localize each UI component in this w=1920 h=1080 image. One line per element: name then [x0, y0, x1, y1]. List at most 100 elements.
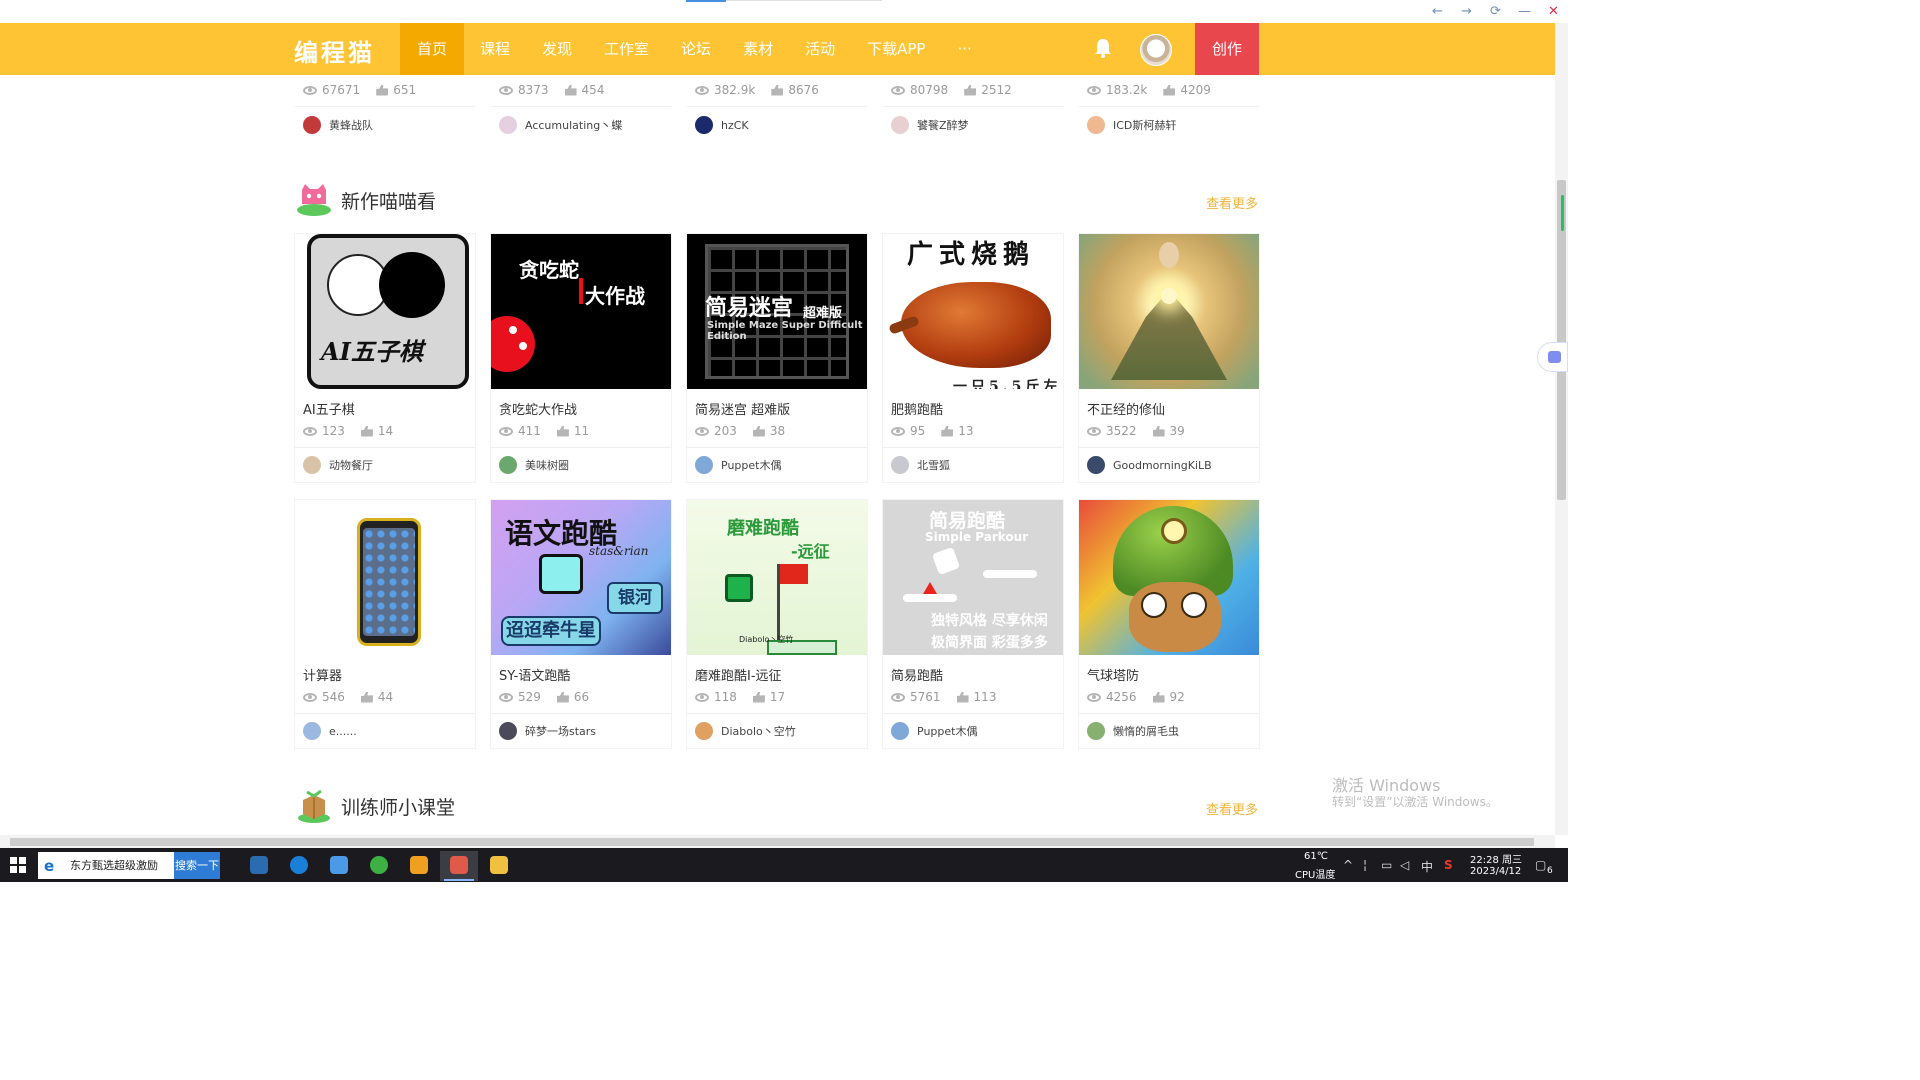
card-author[interactable]: Puppet木偶	[695, 456, 781, 474]
nav-item-courses[interactable]: 课程	[464, 23, 526, 75]
back-icon[interactable]: ←	[1423, 4, 1452, 19]
project-card[interactable]: 广式烧鹅 一只5.5斤左右 肥鹅跑酷 95 13 北雪狐	[883, 234, 1063, 482]
project-cover[interactable]	[1079, 234, 1259, 389]
taskbar-app-bird[interactable]	[320, 851, 358, 881]
nav-item-download-app[interactable]: 下载APP	[851, 23, 941, 75]
project-cover[interactable]	[1079, 500, 1259, 655]
project-cover[interactable]	[295, 500, 475, 655]
nav-item-home[interactable]: 首页	[400, 23, 464, 75]
chevron-up-icon[interactable]: ^	[1343, 858, 1353, 872]
bell-icon[interactable]	[1092, 37, 1114, 59]
project-card[interactable]: 简易跑酷 Simple Parkour 独特风格 尽享休闲 极简界面 彩蛋多多 …	[883, 500, 1063, 748]
site-logo[interactable]: 编程猫	[294, 33, 375, 68]
user-avatar[interactable]	[1140, 34, 1172, 66]
project-cover[interactable]: 简易迷宫 超难版 Simple Maze Super Difficult Edi…	[687, 234, 867, 389]
project-cover[interactable]: 简易跑酷 Simple Parkour 独特风格 尽享休闲 极简界面 彩蛋多多	[883, 500, 1063, 655]
taskbar-app-green[interactable]	[360, 851, 398, 881]
notification-count: 6	[1547, 866, 1553, 876]
close-icon[interactable]: ✕	[1539, 4, 1568, 19]
top-card-3[interactable]: 382.9k 8676 hzCK	[687, 75, 867, 142]
ime-indicator[interactable]: 中	[1421, 858, 1433, 875]
nav-more-icon[interactable]: ···	[941, 23, 987, 75]
project-card[interactable]: 语文跑酷 stas&rian 银河 迢迢牵牛星 SY-语文跑酷 529 66 碎…	[491, 500, 671, 748]
card-author[interactable]: 碎梦一场stars	[499, 722, 596, 740]
thermometer-icon[interactable]: ¦	[1363, 858, 1367, 872]
nav-item-forum[interactable]: 论坛	[665, 23, 727, 75]
avatar	[695, 116, 713, 134]
project-card[interactable]: 不正经的修仙 3522 39 GoodmorningKiLB	[1079, 234, 1259, 482]
like-icon	[360, 425, 373, 437]
card-author[interactable]: hzCK	[695, 116, 749, 134]
volume-icon[interactable]: ◁	[1400, 858, 1409, 872]
card-author[interactable]: 黄蜂战队	[303, 116, 373, 134]
taskbar-search-box[interactable]: 东方甄选超级激励	[38, 852, 174, 879]
card-author[interactable]: Puppet木偶	[891, 722, 977, 740]
project-title[interactable]: 肥鹅跑酷	[891, 399, 943, 418]
project-card[interactable]: 贪吃蛇 大作战 贪吃蛇大作战 411 11 美味树圈	[491, 234, 671, 482]
card-author[interactable]: ICD斯柯赫轩	[1087, 116, 1176, 134]
project-title[interactable]: 磨难跑酷I-远征	[695, 665, 782, 684]
project-title[interactable]: 简易迷宫 超难版	[695, 399, 790, 418]
top-card-5[interactable]: 183.2k 4209 ICD斯柯赫轩	[1079, 75, 1259, 142]
project-cover[interactable]: 语文跑酷 stas&rian 银河 迢迢牵牛星	[491, 500, 671, 655]
create-button[interactable]: 创作	[1195, 23, 1259, 75]
cover-text: 迢迢牵牛星	[501, 616, 601, 646]
project-title[interactable]: 气球塔防	[1087, 665, 1139, 684]
project-card[interactable]: AI五子棋 AI五子棋 123 14 动物餐厅	[295, 234, 475, 482]
top-card-4[interactable]: 80798 2512 饕餮Z醉梦	[883, 75, 1063, 142]
horizontal-scroll-thumb[interactable]	[10, 838, 1534, 846]
tab-indicator[interactable]	[686, 0, 726, 2]
card-author[interactable]: e......	[303, 722, 357, 740]
sogou-icon[interactable]: S	[1444, 858, 1453, 872]
project-title[interactable]: SY-语文跑酷	[499, 665, 570, 684]
windows-start-icon[interactable]	[10, 857, 26, 873]
card-author[interactable]: Accumulating丶蝶	[499, 116, 622, 134]
taskbar-search-button[interactable]: 搜索一下	[174, 852, 220, 879]
project-card[interactable]: 气球塔防 4256 92 懒惰的屑毛虫	[1079, 500, 1259, 748]
clock-date[interactable]: 2023/4/12	[1470, 866, 1521, 877]
project-title[interactable]: 简易跑酷	[891, 665, 943, 684]
project-cover[interactable]: AI五子棋	[295, 234, 475, 389]
card-author[interactable]: 动物餐厅	[303, 456, 373, 474]
project-card[interactable]: 计算器 546 44 e......	[295, 500, 475, 748]
network-icon[interactable]: ▭	[1381, 858, 1392, 872]
nav-item-studio[interactable]: 工作室	[588, 23, 665, 75]
cover-eye	[1181, 592, 1207, 618]
taskbar-app-explorer[interactable]	[480, 851, 518, 881]
project-card[interactable]: 磨难跑酷 -远征 Diabolo丶空竹 磨难跑酷I-远征 118 17 Diab…	[687, 500, 867, 748]
nav-item-assets[interactable]: 素材	[727, 23, 789, 75]
card-author[interactable]: 懒惰的屑毛虫	[1087, 722, 1179, 740]
notification-icon[interactable]: ▢	[1535, 858, 1546, 872]
card-author[interactable]: 饕餮Z醉梦	[891, 116, 969, 134]
nav-item-discover[interactable]: 发现	[526, 23, 588, 75]
floating-chat-button[interactable]	[1537, 342, 1568, 372]
browser-app-icon	[450, 856, 468, 874]
cover-text: 贪吃蛇	[519, 258, 579, 282]
card-author[interactable]: GoodmorningKiLB	[1087, 456, 1212, 474]
project-title[interactable]: 不正经的修仙	[1087, 399, 1165, 418]
forward-icon[interactable]: →	[1452, 4, 1481, 19]
project-cover[interactable]: 广式烧鹅 一只5.5斤左右	[883, 234, 1063, 389]
project-title[interactable]: 计算器	[303, 665, 342, 684]
avatar	[891, 456, 909, 474]
minimize-icon[interactable]: —	[1510, 4, 1539, 19]
card-author[interactable]: Diabolo丶空竹	[695, 722, 796, 740]
taskbar-app-k[interactable]	[280, 851, 318, 881]
see-more-link-new[interactable]: 查看更多	[1206, 193, 1258, 212]
project-cover[interactable]: 磨难跑酷 -远征 Diabolo丶空竹	[687, 500, 867, 655]
project-card[interactable]: 简易迷宫 超难版 Simple Maze Super Difficult Edi…	[687, 234, 867, 482]
project-cover[interactable]: 贪吃蛇 大作战	[491, 234, 671, 389]
taskbar-app-browser[interactable]	[440, 851, 478, 881]
taskbar-app-photos[interactable]	[240, 851, 278, 881]
clock-time[interactable]: 22:28 周三	[1470, 851, 1522, 866]
refresh-icon[interactable]: ⟳	[1481, 4, 1510, 19]
top-card-2[interactable]: 8373 454 Accumulating丶蝶	[491, 75, 671, 142]
card-author[interactable]: 北雪狐	[891, 456, 950, 474]
top-card-1[interactable]: 67671 651 黄蜂战队	[295, 75, 475, 142]
project-title[interactable]: 贪吃蛇大作战	[499, 399, 577, 418]
card-author[interactable]: 美味树圈	[499, 456, 569, 474]
see-more-link-trainer[interactable]: 查看更多	[1206, 799, 1258, 818]
taskbar-app-orange[interactable]	[400, 851, 438, 881]
project-title[interactable]: AI五子棋	[303, 399, 355, 418]
nav-item-events[interactable]: 活动	[789, 23, 851, 75]
